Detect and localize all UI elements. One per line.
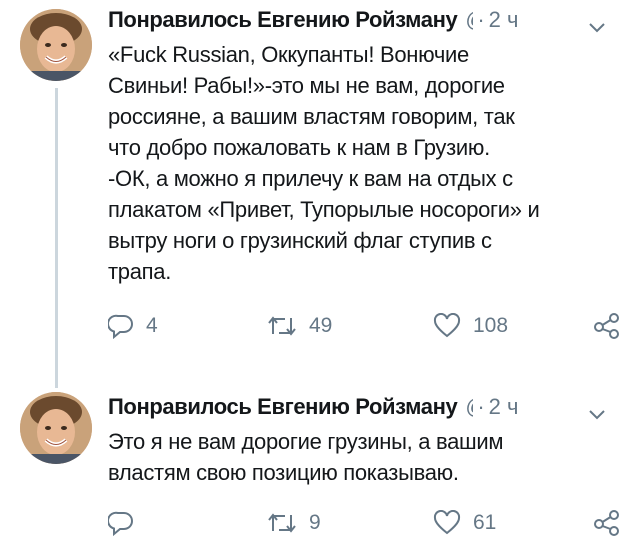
retweet-icon xyxy=(267,314,297,338)
reply-icon xyxy=(108,510,134,536)
separator-dot: · xyxy=(477,7,485,32)
tweet[interactable]: Понравилось Евгению Ройзману @·2 ч «Fuck … xyxy=(0,0,640,388)
tweet-header: Понравилось Евгению Ройзману @·2 ч xyxy=(108,5,628,35)
share-button[interactable] xyxy=(593,508,621,538)
like-button[interactable]: 108 xyxy=(433,311,508,341)
author-handle[interactable]: @ xyxy=(465,392,473,422)
tweet-header: Понравилось Евгению Ройзману @·2 ч xyxy=(108,392,628,422)
retweet-icon xyxy=(267,511,297,535)
retweet-button[interactable]: 9 xyxy=(267,508,321,538)
share-icon xyxy=(593,509,621,537)
reply-button[interactable]: 4 xyxy=(108,311,158,341)
reply-icon xyxy=(108,313,134,339)
tweet-text: «Fuck Russian, Оккупанты! Вонючие Свиньи… xyxy=(108,42,540,284)
author-handle[interactable]: @ xyxy=(465,5,473,35)
timestamp[interactable]: 2 ч xyxy=(489,394,519,419)
tweet[interactable]: Понравилось Евгению Ройзману @·2 ч Это я … xyxy=(0,380,640,541)
avatar[interactable] xyxy=(20,392,92,464)
tweet-text: Это я не вам дорогие грузины, а вашим вл… xyxy=(108,429,504,485)
like-button[interactable]: 61 xyxy=(433,508,496,538)
retweet-count: 9 xyxy=(309,511,321,534)
avatar[interactable] xyxy=(20,9,92,81)
tweet-actions: 4 49 108 xyxy=(0,311,640,341)
like-count: 61 xyxy=(473,511,497,534)
reply-count: 4 xyxy=(146,314,158,337)
retweet-button[interactable]: 49 xyxy=(267,311,332,341)
thread-line xyxy=(55,88,58,388)
separator-dot: · xyxy=(477,394,485,419)
retweet-count: 49 xyxy=(309,314,333,337)
share-button[interactable] xyxy=(593,311,621,341)
like-count: 108 xyxy=(473,314,509,337)
tweet-actions: 9 61 xyxy=(0,508,640,538)
author-name[interactable]: Понравилось Евгению Ройзману xyxy=(108,7,458,32)
share-icon xyxy=(593,312,621,340)
heart-icon xyxy=(433,313,461,339)
author-name[interactable]: Понравилось Евгению Ройзману xyxy=(108,394,458,419)
timestamp[interactable]: 2 ч xyxy=(489,7,519,32)
reply-button[interactable] xyxy=(108,508,146,538)
heart-icon xyxy=(433,510,461,536)
